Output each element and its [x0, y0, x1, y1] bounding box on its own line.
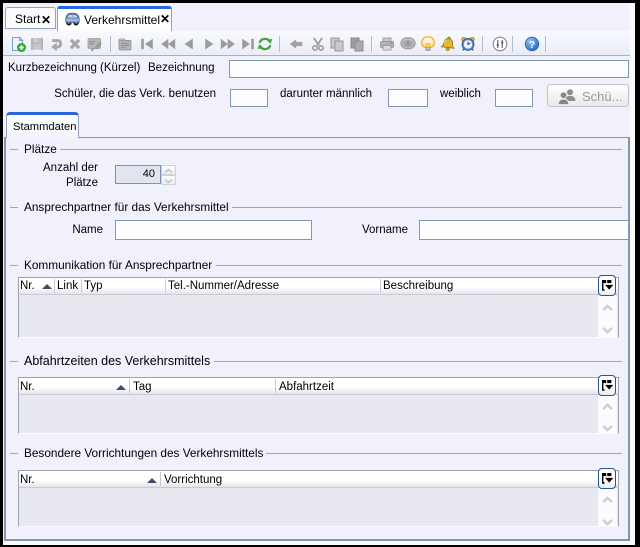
svg-text:?: ?	[529, 39, 535, 51]
